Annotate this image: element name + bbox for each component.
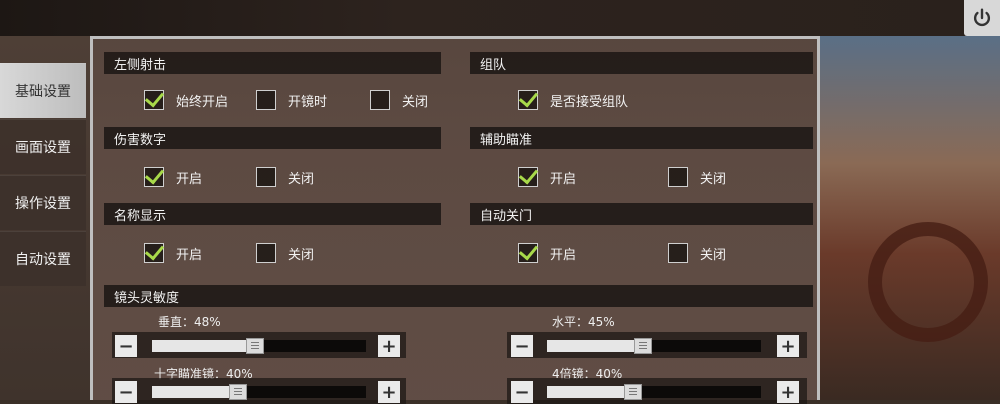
option-label: 关闭 <box>700 247 727 263</box>
power-button[interactable] <box>964 0 1000 36</box>
section-title: 名称显示 <box>114 208 167 224</box>
checkbox[interactable] <box>256 243 276 263</box>
option-label: 关闭 <box>288 171 315 187</box>
option-label: 开启 <box>550 171 577 187</box>
checkbox-checked[interactable] <box>518 167 538 187</box>
slider-track[interactable] <box>547 384 761 400</box>
checkbox-checked[interactable] <box>144 90 164 110</box>
checkbox-checked[interactable] <box>518 243 538 263</box>
option-scope-on[interactable]: 开镜时 <box>256 90 327 110</box>
checkbox[interactable] <box>668 243 688 263</box>
section-header-team: 组队 <box>470 52 813 74</box>
tab-label: 自动设置 <box>15 252 71 268</box>
slider-handle[interactable] <box>634 338 653 354</box>
option-label: 关闭 <box>288 247 315 263</box>
option-names-on[interactable]: 开启 <box>144 243 202 263</box>
minus-button[interactable]: − <box>511 335 533 357</box>
option-door-on[interactable]: 开启 <box>518 243 576 263</box>
section-title: 辅助瞄准 <box>480 132 533 148</box>
section-title: 组队 <box>480 57 507 73</box>
plus-button[interactable]: + <box>777 335 799 357</box>
option-door-off[interactable]: 关闭 <box>668 243 726 263</box>
checkbox-checked[interactable] <box>144 167 164 187</box>
tab-display-settings[interactable]: 画面设置 <box>0 119 86 174</box>
tab-control-settings[interactable]: 操作设置 <box>0 175 86 230</box>
power-icon <box>973 8 991 27</box>
section-header-left-fire: 左侧射击 <box>104 52 441 74</box>
section-title: 镜头灵敏度 <box>114 290 180 306</box>
option-label: 关闭 <box>700 171 727 187</box>
tab-label: 基础设置 <box>15 84 71 100</box>
checkbox[interactable] <box>668 167 688 187</box>
option-label: 开启 <box>550 247 577 263</box>
checkbox[interactable] <box>256 90 276 110</box>
slider-track[interactable] <box>152 338 366 354</box>
slider-fill <box>547 386 633 398</box>
background-wheel <box>868 222 988 342</box>
option-accept-team[interactable]: 是否接受组队 <box>518 90 628 110</box>
section-title: 自动关门 <box>480 208 533 224</box>
top-background <box>0 0 1000 36</box>
slider-handle[interactable] <box>245 338 264 354</box>
checkbox-checked[interactable] <box>518 90 538 110</box>
option-always-on[interactable]: 始终开启 <box>144 90 228 110</box>
option-label: 关闭 <box>402 94 429 110</box>
slider-horizontal: − + <box>507 332 807 358</box>
slider-4x-scope: − + <box>507 378 807 404</box>
option-aim-off[interactable]: 关闭 <box>668 167 726 187</box>
slider-track[interactable] <box>152 384 366 400</box>
plus-button[interactable]: + <box>378 335 400 357</box>
section-title: 伤害数字 <box>114 132 167 148</box>
option-off[interactable]: 关闭 <box>370 90 428 110</box>
section-header-names: 名称显示 <box>104 203 441 225</box>
slider-label-horizontal: 水平：45% <box>552 315 615 329</box>
checkbox[interactable] <box>370 90 390 110</box>
checkbox[interactable] <box>256 167 276 187</box>
option-label: 开镜时 <box>288 94 328 110</box>
tab-label: 操作设置 <box>15 196 71 212</box>
section-title: 左侧射击 <box>114 57 167 73</box>
slider-fill <box>152 340 255 352</box>
slider-fill <box>152 386 238 398</box>
option-label: 是否接受组队 <box>550 94 629 110</box>
slider-crosshair: − + <box>112 378 406 404</box>
tab-basic-settings[interactable]: 基础设置 <box>0 63 86 118</box>
slider-vertical: − + <box>112 332 406 358</box>
checkbox-checked[interactable] <box>144 243 164 263</box>
section-header-sensitivity: 镜头灵敏度 <box>104 285 813 307</box>
slider-label-vertical: 垂直：48% <box>158 315 221 329</box>
option-label: 始终开启 <box>176 94 229 110</box>
slider-handle[interactable] <box>623 384 642 400</box>
option-label: 开启 <box>176 247 203 263</box>
tab-label: 画面设置 <box>15 140 71 156</box>
option-damage-off[interactable]: 关闭 <box>256 167 314 187</box>
option-damage-on[interactable]: 开启 <box>144 167 202 187</box>
section-header-aim-assist: 辅助瞄准 <box>470 127 813 149</box>
slider-fill <box>547 340 644 352</box>
slider-handle[interactable] <box>228 384 247 400</box>
section-header-damage: 伤害数字 <box>104 127 441 149</box>
slider-track[interactable] <box>547 338 761 354</box>
tab-auto-settings[interactable]: 自动设置 <box>0 231 86 286</box>
option-names-off[interactable]: 关闭 <box>256 243 314 263</box>
minus-button[interactable]: − <box>115 335 137 357</box>
option-aim-on[interactable]: 开启 <box>518 167 576 187</box>
option-label: 开启 <box>176 171 203 187</box>
right-background-scene <box>820 36 1000 400</box>
section-header-auto-door: 自动关门 <box>470 203 813 225</box>
